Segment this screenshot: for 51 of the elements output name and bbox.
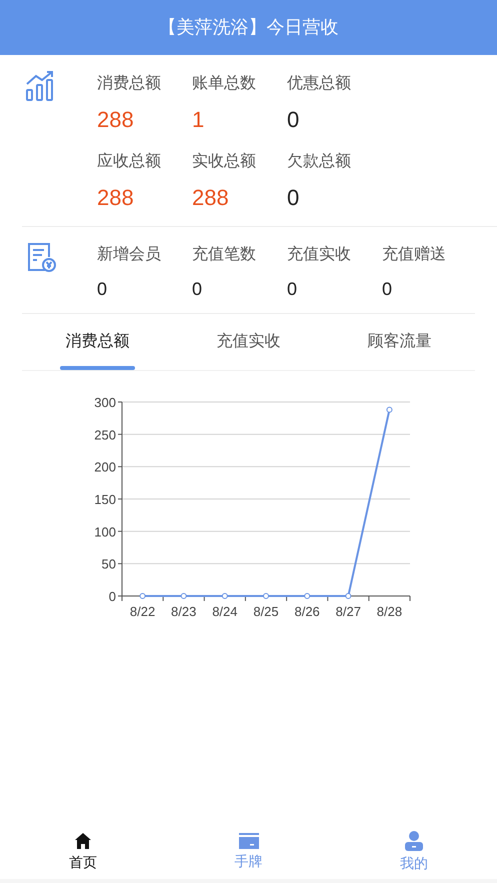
stat-label: 充值赠送 [382, 244, 447, 265]
stat-value: 0 [287, 278, 298, 301]
stat-value: 0 [287, 184, 300, 212]
y-tick-label: 300 [94, 395, 116, 410]
data-point [386, 406, 392, 413]
bar-chart-icon [25, 70, 55, 102]
data-point [345, 593, 352, 599]
x-tick-label: 8/23 [171, 604, 196, 619]
stat-label: 应收总额 [97, 152, 162, 172]
page-title: 【美萍洗浴】今日营收 [158, 16, 338, 39]
stat-label: 优惠总额 [287, 74, 352, 94]
stat-value: 0 [287, 106, 300, 134]
stat-value: 1 [192, 106, 206, 134]
data-point [304, 593, 310, 599]
data-point [263, 593, 269, 599]
y-tick-label: 0 [108, 589, 116, 604]
stat-value: 0 [97, 278, 108, 301]
stat-value: 0 [192, 278, 204, 301]
y-tick-label: 200 [94, 460, 116, 475]
x-tick-label: 8/27 [336, 604, 361, 619]
nav-tab[interactable]: 首页 [0, 825, 166, 879]
x-tick-label: 8/25 [253, 604, 279, 619]
y-tick-label: 250 [94, 427, 116, 442]
x-tick-label: 8/26 [294, 604, 320, 619]
stat-label: 账单总数 [192, 74, 257, 94]
y-tick-label: 50 [102, 556, 116, 572]
x-tick-label: 8/28 [376, 604, 402, 619]
stat-value: 288 [192, 184, 230, 212]
y-tick-label: 150 [94, 492, 116, 507]
chart-tab[interactable]: 消费总额 [22, 314, 173, 370]
stat-label: 消费总额 [97, 74, 162, 94]
home-icon [74, 832, 92, 850]
stat-value: 288 [97, 106, 135, 134]
data-point [222, 593, 228, 599]
chart-tab[interactable]: 充值实收 [173, 314, 324, 370]
stat-label: 欠款总额 [287, 152, 352, 172]
stat-value: 288 [97, 184, 135, 212]
data-point [140, 593, 146, 599]
data-point [180, 593, 187, 599]
chart-tab[interactable]: 顾客流量 [324, 314, 475, 370]
stat-label: 实收总额 [192, 152, 257, 172]
stat-value: 0 [382, 278, 394, 301]
y-tick-label: 100 [94, 524, 116, 540]
receipt-icon [25, 241, 57, 273]
stat-label: 新增会员 [97, 244, 162, 265]
x-tick-label: 8/22 [130, 604, 156, 619]
card-icon [238, 832, 258, 848]
x-tick-label: 8/24 [212, 604, 238, 619]
user-icon [405, 830, 424, 850]
stat-label: 充值实收 [287, 244, 352, 265]
stat-label: 充值笔数 [192, 244, 257, 265]
